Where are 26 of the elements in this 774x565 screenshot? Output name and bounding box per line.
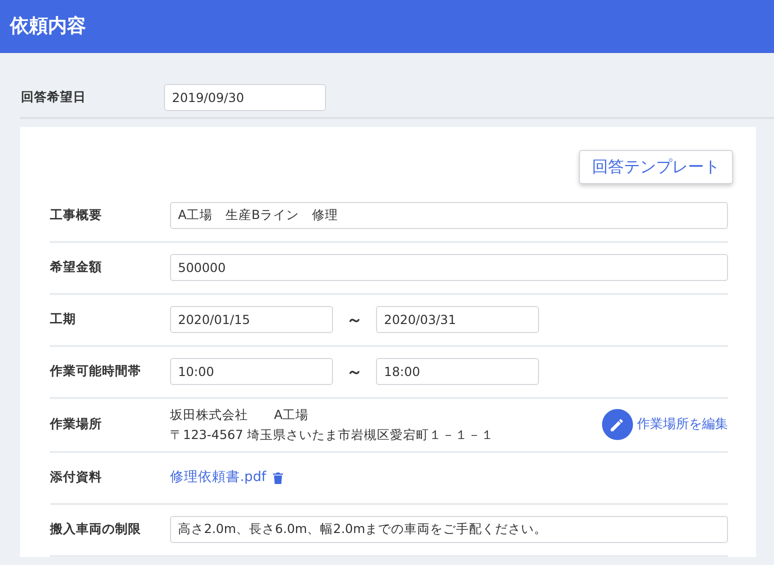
address-line: 〒123-4567 埼玉県さいたま市岩槻区愛宕町１－１－１ (170, 426, 496, 444)
field-label: 回答希望日 (21, 88, 87, 106)
text-field[interactable]: 500000 (170, 254, 728, 281)
field-label: 工期 (50, 310, 77, 328)
range-separator: ～ (346, 308, 364, 330)
field-label: 希望金額 (50, 258, 103, 276)
address-line: 坂田株式会社 A工場 (170, 406, 310, 424)
template-button[interactable]: 回答テンプレート (579, 150, 733, 184)
text-field[interactable]: A工場 生産Bライン 修理 (170, 202, 728, 229)
field-label: 搬入車両の制限 (50, 520, 142, 538)
field-label: 作業可能時間帯 (50, 362, 142, 380)
start-field[interactable]: 10:00 (170, 358, 333, 385)
pencil-icon (602, 409, 633, 440)
field-label: 作業場所 (50, 415, 103, 434)
field-label: 添付資料 (50, 468, 103, 486)
edit-location-link[interactable]: 作業場所を編集 (602, 409, 728, 440)
field-label: 工事概要 (50, 206, 103, 224)
page-title: 依頼内容 (10, 15, 86, 38)
end-field[interactable]: 18:00 (376, 358, 539, 385)
text-field[interactable]: 高さ2.0m、長さ6.0m、幅2.0mまでの車両をご手配ください。 (170, 516, 728, 543)
delete-icon[interactable] (272, 472, 283, 484)
file-link[interactable]: 修理依頼書.pdf (170, 467, 266, 488)
range-separator: ～ (346, 360, 364, 382)
end-field[interactable]: 2020/03/31 (376, 306, 539, 333)
start-field[interactable]: 2020/01/15 (170, 306, 333, 333)
date-field[interactable]: 2019/09/30 (164, 84, 326, 111)
